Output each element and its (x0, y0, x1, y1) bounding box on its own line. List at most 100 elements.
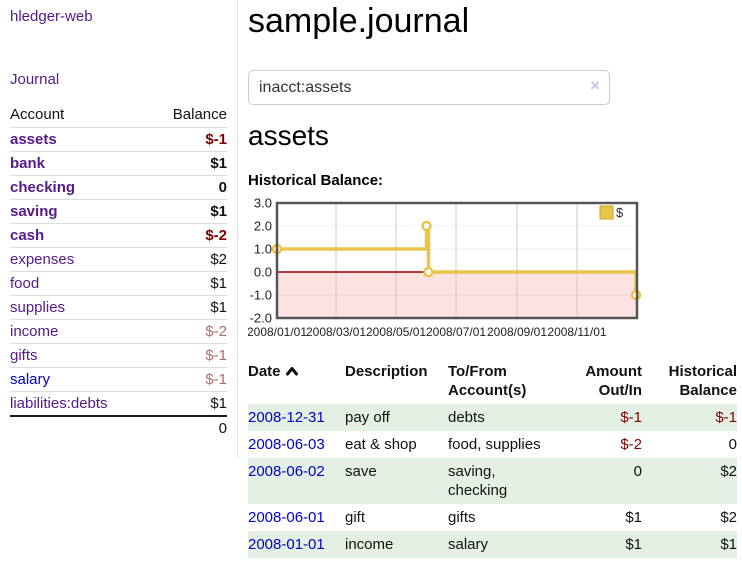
account-link-income[interactable]: income (10, 323, 58, 340)
account-row: supplies $1 (10, 296, 227, 320)
account-balance: $1 (149, 200, 227, 224)
account-balance: $-1 (149, 344, 227, 368)
register-header-date[interactable]: Date (248, 358, 345, 404)
accounts-total-value: 0 (149, 416, 227, 440)
transaction-amount: 0 (580, 458, 647, 504)
transaction-accounts: gifts (448, 504, 580, 531)
account-balance: $-2 (149, 320, 227, 344)
transaction-row: 2008-06-02 save saving, checking 0 $2 (248, 458, 737, 504)
account-balance: $-2 (149, 224, 227, 248)
account-link-expenses[interactable]: expenses (10, 251, 74, 268)
account-link-food[interactable]: food (10, 275, 39, 292)
transaction-balance: $2 (647, 504, 737, 531)
account-balance: $2 (149, 248, 227, 272)
account-link-gifts[interactable]: gifts (10, 347, 38, 364)
svg-text:2008/07/01: 2008/07/01 (426, 325, 486, 339)
register-header-amount: Amount Out/In (580, 358, 647, 404)
transaction-date-link[interactable]: 2008-01-01 (248, 536, 325, 553)
accounts-header-row: Account Balance (10, 102, 227, 128)
svg-text:$: $ (616, 205, 624, 220)
account-link-salary[interactable]: salary (10, 371, 50, 388)
account-balance: $-1 (149, 128, 227, 152)
account-row: cash $-2 (10, 224, 227, 248)
chart-title-label: Historical Balance: (248, 172, 383, 189)
svg-text:2008/05/01: 2008/05/01 (366, 325, 426, 339)
account-balance: $1 (149, 392, 227, 417)
accounts-header-account: Account (10, 102, 149, 128)
account-page-title: assets (248, 120, 329, 152)
svg-text:2008/03/01: 2008/03/01 (306, 325, 366, 339)
transaction-balance: $-1 (647, 404, 737, 431)
brand-link[interactable]: hledger-web (10, 8, 93, 25)
register-header-row: Date Description To/From Account(s) Amou… (248, 358, 737, 404)
svg-text:3.0: 3.0 (254, 196, 272, 211)
transaction-row: 2008-12-31 pay off debts $-1 $-1 (248, 404, 737, 431)
transaction-description: income (345, 531, 448, 558)
account-row: salary $-1 (10, 368, 227, 392)
sort-ascending-icon (286, 362, 298, 381)
transaction-accounts: saving, checking (448, 458, 580, 504)
account-row: bank $1 (10, 152, 227, 176)
transaction-accounts: debts (448, 404, 580, 431)
transaction-balance: 0 (647, 431, 737, 458)
sidebar: hledger-web Journal Account Balance asse… (0, 0, 238, 458)
svg-text:2008/11/01: 2008/11/01 (547, 325, 606, 339)
transaction-description: pay off (345, 404, 448, 431)
transaction-description: save (345, 458, 448, 504)
transaction-balance: $2 (647, 458, 737, 504)
account-link-assets[interactable]: assets (10, 131, 57, 148)
accounts-header-balance: Balance (149, 102, 227, 128)
svg-text:-1.0: -1.0 (250, 288, 272, 303)
search-input[interactable] (248, 70, 610, 105)
transaction-date-link[interactable]: 2008-12-31 (248, 409, 325, 426)
transaction-amount: $-2 (580, 431, 647, 458)
transaction-amount: $1 (580, 504, 647, 531)
account-balance: $1 (149, 272, 227, 296)
transaction-description: eat & shop (345, 431, 448, 458)
account-link-liabilities-debts[interactable]: liabilities:debts (10, 395, 108, 412)
account-link-saving[interactable]: saving (10, 203, 58, 220)
account-link-cash[interactable]: cash (10, 227, 44, 244)
transaction-date-link[interactable]: 2008-06-02 (248, 463, 325, 480)
svg-text:2.0: 2.0 (254, 219, 272, 234)
transaction-date-link[interactable]: 2008-06-01 (248, 509, 325, 526)
sidebar-item-journal[interactable]: Journal (10, 71, 59, 88)
account-balance: 0 (149, 176, 227, 200)
account-row: expenses $2 (10, 248, 227, 272)
account-row: income $-2 (10, 320, 227, 344)
account-row: gifts $-1 (10, 344, 227, 368)
transaction-amount: $-1 (580, 404, 647, 431)
register-header-account: To/From Account(s) (448, 358, 580, 404)
account-balance: $-1 (149, 368, 227, 392)
transaction-row: 2008-06-03 eat & shop food, supplies $-2… (248, 431, 737, 458)
search-form: × Search ? (248, 70, 742, 105)
svg-text:0.0: 0.0 (254, 265, 272, 280)
account-link-supplies[interactable]: supplies (10, 299, 65, 316)
transaction-amount: $1 (580, 531, 647, 558)
historical-balance-chart: $3.02.01.00.0-1.0-2.02008/01/012008/03/0… (248, 196, 718, 346)
account-row: assets $-1 (10, 128, 227, 152)
account-balance: $1 (149, 152, 227, 176)
account-row: saving $1 (10, 200, 227, 224)
transaction-description: gift (345, 504, 448, 531)
search-input-wrap: × (248, 70, 610, 105)
account-link-checking[interactable]: checking (10, 179, 75, 196)
transaction-balance: $1 (647, 531, 737, 558)
account-link-bank[interactable]: bank (10, 155, 45, 172)
register-header-balance: Historical Balance (647, 358, 737, 404)
transaction-date-link[interactable]: 2008-06-03 (248, 436, 325, 453)
transaction-row: 2008-01-01 income salary $1 $1 (248, 531, 737, 558)
register-table: Date Description To/From Account(s) Amou… (248, 358, 737, 558)
accounts-table: Account Balance assets $-1 bank $1 check… (10, 102, 227, 440)
transaction-accounts: food, supplies (448, 431, 580, 458)
clear-search-icon[interactable]: × (590, 76, 600, 96)
account-row: checking 0 (10, 176, 227, 200)
transaction-row: 2008-06-01 gift gifts $1 $2 (248, 504, 737, 531)
svg-text:1.0: 1.0 (254, 242, 272, 257)
accounts-total-row: 0 (10, 416, 227, 440)
page-title: sample.journal (248, 2, 469, 41)
svg-text:2008/01/01: 2008/01/01 (248, 325, 307, 339)
transaction-accounts: salary (448, 531, 580, 558)
account-balance: $1 (149, 296, 227, 320)
register-header-description: Description (345, 358, 448, 404)
